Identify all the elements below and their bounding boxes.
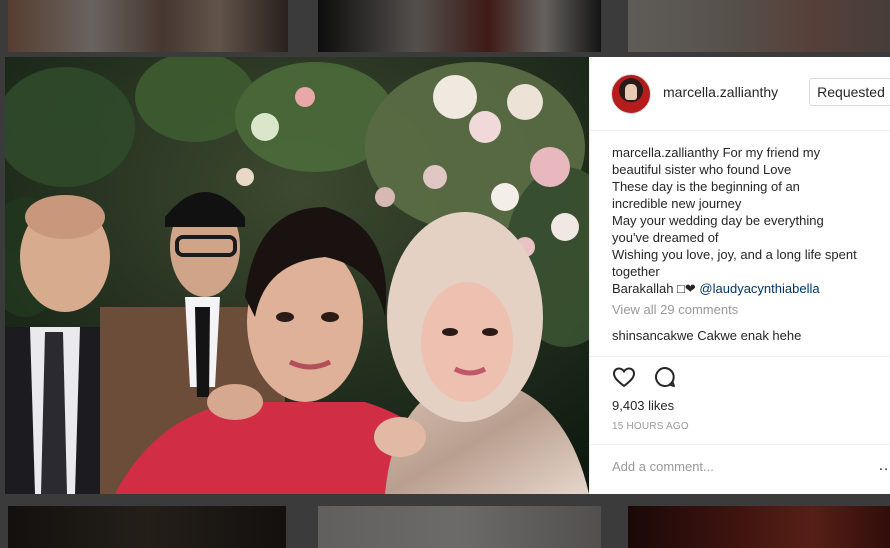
caption-line: incredible new journey — [612, 196, 742, 211]
caption-line: Barakallah □❤ — [612, 281, 696, 296]
divider — [590, 356, 890, 357]
avatar[interactable] — [611, 74, 651, 114]
add-comment-input[interactable]: Add a comment... — [612, 459, 714, 474]
comment-item-clipped — [612, 347, 890, 353]
requested-button[interactable]: Requested — [809, 78, 890, 106]
post-modal: marcella.zallianthy Requested marcella.z… — [5, 57, 890, 494]
caption-line: Wishing you love, joy, and a long life s… — [612, 247, 857, 262]
caption-line: beautiful sister who found Love — [612, 162, 792, 177]
comment-text: Cakwe enak hehe — [697, 328, 802, 343]
caption-username[interactable]: marcella.zallianthy — [612, 145, 719, 160]
post-timestamp: 15 HOURS AGO — [612, 421, 689, 432]
feed-thumbnail[interactable] — [318, 0, 601, 52]
comment-item: shinsancakwe Cakwe enak hehe — [612, 328, 890, 343]
feed-thumbnail[interactable] — [8, 0, 288, 52]
post-sidebar: marcella.zallianthy Requested marcella.z… — [589, 57, 890, 494]
caption-line: you've dreamed of — [612, 230, 719, 245]
caption-line: May your wedding day be everything — [612, 213, 824, 228]
post-photo[interactable] — [5, 57, 589, 494]
post-header: marcella.zallianthy Requested — [590, 57, 890, 131]
post-caption: marcella.zallianthy For my friend my bea… — [612, 144, 890, 297]
post-username[interactable]: marcella.zallianthy — [663, 84, 778, 100]
likes-count[interactable]: 9,403 likes — [612, 398, 674, 413]
view-all-comments-link[interactable]: View all 29 comments — [612, 302, 890, 317]
comment-username[interactable]: shinsancakwe — [612, 328, 694, 343]
caption-line: These day is the beginning of an — [612, 179, 800, 194]
more-options-icon[interactable]: … — [878, 458, 890, 474]
caption-line: together — [612, 264, 660, 279]
comments-section: marcella.zallianthy For my friend my bea… — [612, 144, 890, 353]
heart-icon[interactable] — [612, 365, 636, 389]
feed-thumbnail[interactable] — [8, 506, 286, 548]
caption-mention[interactable]: @laudyacynthiabella — [699, 281, 819, 296]
feed-thumbnail[interactable] — [318, 506, 601, 548]
feed-thumbnail[interactable] — [628, 0, 890, 52]
divider — [590, 444, 890, 445]
caption-line: For my friend my — [722, 145, 821, 160]
comment-icon[interactable] — [653, 365, 677, 389]
feed-thumbnail[interactable] — [628, 506, 890, 548]
